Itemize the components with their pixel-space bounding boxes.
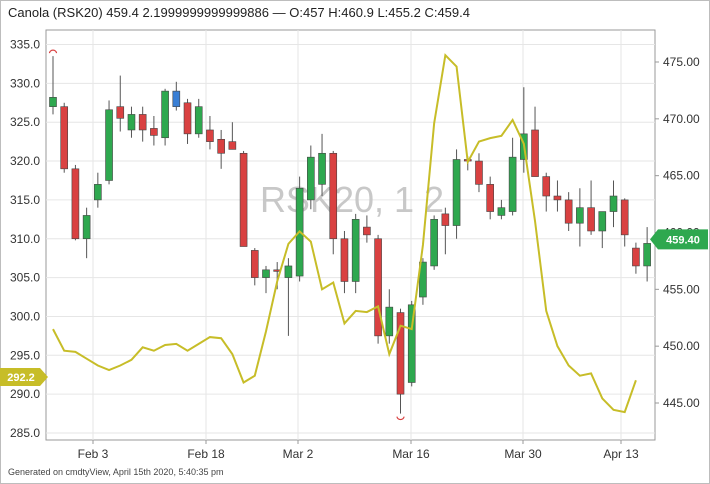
candle-body <box>239 152 248 247</box>
candle-body <box>94 184 102 201</box>
candle-body <box>262 269 270 278</box>
candle-body <box>553 195 562 201</box>
candle-body <box>194 106 203 135</box>
candle-body <box>82 215 91 240</box>
candle-body <box>60 106 69 170</box>
x-tick-label: Feb 3 <box>78 447 109 461</box>
y-left-tick-label: 320.0 <box>10 154 40 168</box>
candle-body <box>71 168 80 240</box>
candle-body <box>284 265 293 278</box>
right-value-badge-label: 459.40 <box>666 234 700 246</box>
y-left-tick-label: 325.0 <box>10 115 40 129</box>
candle-body <box>217 138 225 154</box>
candle-body <box>105 109 113 181</box>
y-left-tick-label: 330.0 <box>10 76 40 90</box>
y-left-tick-label: 305.0 <box>10 271 40 285</box>
x-tick-label: Mar 30 <box>504 447 542 461</box>
candle-body <box>441 213 450 226</box>
candlestick-chart: 335.0 330.0 325.0 320.0 315.0 310.0 305.0 300.0… <box>0 29 708 461</box>
candle-body <box>542 176 551 197</box>
candle-body <box>318 152 326 185</box>
y-left-tick-label: 285.0 <box>10 426 40 440</box>
candle-body <box>632 247 640 267</box>
candle-body <box>643 243 651 267</box>
x-tick-label: Mar 2 <box>283 447 314 461</box>
x-tick-label: Mar 16 <box>392 447 430 461</box>
candle-body <box>452 159 461 226</box>
x-tick-label: Feb 18 <box>187 447 225 461</box>
candle-body <box>508 156 517 212</box>
y-left-tick-label: 310.0 <box>10 232 40 246</box>
y-left-tick-label: 315.0 <box>10 193 40 207</box>
candle-body <box>307 156 315 201</box>
candle-body <box>340 238 349 282</box>
candle-body <box>250 250 259 278</box>
candle-body <box>172 90 181 107</box>
y-right-tick-label: 470.00 <box>663 112 700 126</box>
candle-body <box>49 97 57 107</box>
candle-body <box>228 141 237 150</box>
candle-body <box>138 114 147 131</box>
candle-body <box>116 106 125 119</box>
y-left-tick-label: 290.0 <box>10 387 40 401</box>
y-right-tick-label: 455.00 <box>663 282 700 296</box>
candle-body <box>497 207 506 216</box>
candle-body <box>161 90 169 139</box>
watermark-text: RSK20, 1 2 <box>260 179 444 220</box>
candle-body <box>150 128 158 136</box>
y-right-tick-label: 445.00 <box>663 396 700 410</box>
y-left-tick-label: 335.0 <box>10 38 40 52</box>
candle-body <box>351 219 360 282</box>
candle-body <box>374 238 382 337</box>
candle-body <box>385 306 394 337</box>
candle-body <box>531 129 539 177</box>
left-value-badge-label: 292.2 <box>7 372 35 384</box>
candle-body <box>329 152 338 240</box>
y-left-tick-label: 300.0 <box>10 309 40 323</box>
candle-body <box>598 211 607 232</box>
y-left-tick-label: 295.0 <box>10 348 40 362</box>
candle-body <box>486 184 494 212</box>
candle-body <box>587 207 595 232</box>
candle-body <box>183 102 192 135</box>
candle-body <box>430 219 438 267</box>
candle-body <box>620 199 629 236</box>
candle-body <box>475 160 483 185</box>
footer-text: Generated on cmdtyView, April 15th 2020,… <box>8 467 224 477</box>
candle-body <box>564 199 573 224</box>
plot-area <box>45 29 656 441</box>
x-tick-label: Apr 13 <box>603 447 639 461</box>
y-right-tick-label: 475.00 <box>663 55 700 69</box>
candle-body <box>576 207 584 224</box>
candle-body <box>363 226 371 236</box>
candle-body <box>609 195 618 212</box>
y-right-tick-label: 450.00 <box>663 339 700 353</box>
candle-body <box>206 129 214 142</box>
candle-body <box>127 114 136 131</box>
y-right-tick-label: 465.00 <box>663 169 700 183</box>
